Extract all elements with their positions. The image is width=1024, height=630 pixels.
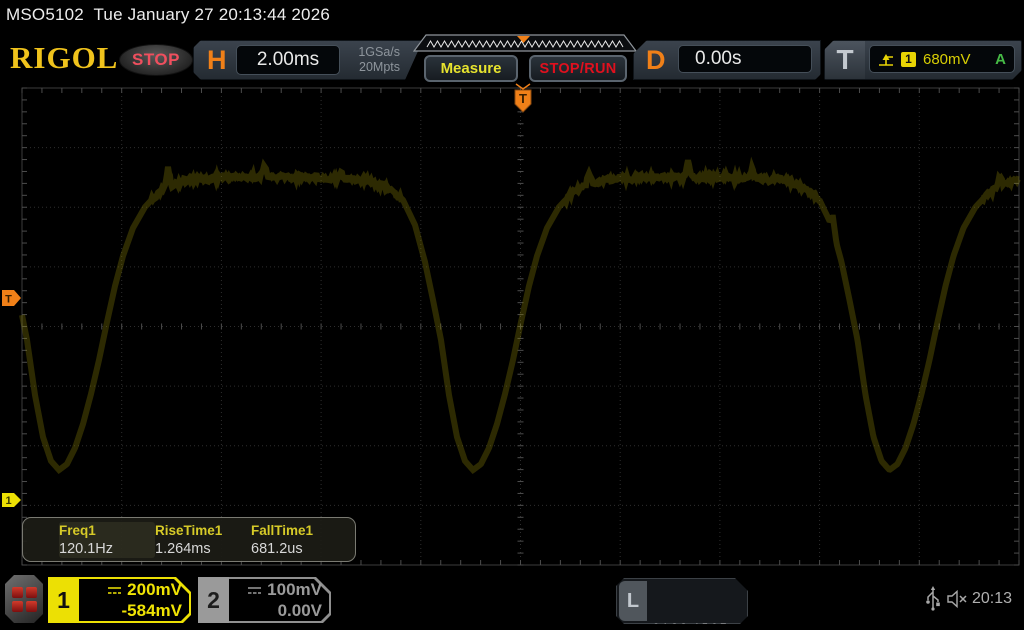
run-state-badge: STOP xyxy=(119,44,193,76)
trigger-label: T xyxy=(836,44,853,76)
logic-label: L xyxy=(619,581,647,621)
trigger-tab: T xyxy=(825,41,865,79)
stop-run-button[interactable]: STOP/RUN xyxy=(529,55,627,82)
measurement-falltime[interactable]: FallTime1 681.2us xyxy=(251,522,347,558)
channel-1-scale: 200mV xyxy=(127,579,182,600)
dc-coupling-icon xyxy=(247,585,262,595)
channel-1-offset: -584mV xyxy=(107,600,182,621)
measurement-value: 120.1Hz xyxy=(59,540,155,558)
timebase-value[interactable]: 2.00ms xyxy=(236,45,340,75)
rigol-logo: RIGOL xyxy=(10,40,118,76)
svg-text:T: T xyxy=(5,294,12,306)
channel-1-number[interactable]: 1 xyxy=(48,577,79,623)
usb-icon xyxy=(925,586,941,612)
channel-2-scale: 100mV xyxy=(267,579,322,600)
delay-label: D xyxy=(646,41,666,79)
channel-2-number[interactable]: 2 xyxy=(198,577,229,623)
channel-1-zero-marker[interactable]: 1 xyxy=(2,493,21,507)
trigger-level-marker[interactable]: T xyxy=(2,290,21,306)
measurement-risetime[interactable]: RiseTime1 1.264ms xyxy=(155,522,251,558)
svg-text:T: T xyxy=(519,91,527,106)
measurement-name: Freq1 xyxy=(59,522,155,540)
trigger-position-marker[interactable]: T xyxy=(515,90,531,112)
measurement-name: FallTime1 xyxy=(251,522,347,540)
titlebar: MSO5102 Tue January 27 20:13:44 2026 xyxy=(6,5,330,25)
clock: 20:13 xyxy=(972,590,1012,608)
trigger-level-value: 680mV xyxy=(923,51,971,68)
menu-grid-icon xyxy=(12,587,37,612)
trigger-slope-icon xyxy=(878,52,894,67)
trigger-source-badge: 1 xyxy=(901,52,916,67)
stop-run-button-label: STOP/RUN xyxy=(539,61,616,77)
run-state-label: STOP xyxy=(132,50,180,70)
measure-button[interactable]: Measure xyxy=(424,55,518,82)
measurement-freq[interactable]: Freq1 120.1Hz xyxy=(59,522,155,558)
trigger-settings[interactable]: 1 680mV A xyxy=(869,45,1015,73)
menu-button[interactable] xyxy=(5,575,43,623)
measurement-name: RiseTime1 xyxy=(155,522,251,540)
speaker-muted-icon xyxy=(946,589,970,609)
horizontal-label: H xyxy=(207,41,227,79)
oscilloscope-screen: T T 1 MSO5102 Tue January 27 20:13:44 2026… xyxy=(0,0,1024,630)
memory-depth: 20Mpts xyxy=(358,60,400,75)
horizontal-settings-panel[interactable]: H 2.00ms 1GSa/s 20Mpts xyxy=(193,40,423,80)
svg-text:1: 1 xyxy=(5,495,11,507)
acquisition-rates: 1GSa/s 20Mpts xyxy=(358,45,400,75)
logic-channels-badge[interactable]: L 0 1 2 3 4 5 6 7 8 9 10 11 12 13 14 15 xyxy=(616,578,748,624)
delay-value[interactable]: 0.00s xyxy=(678,45,812,73)
measure-button-label: Measure xyxy=(441,60,502,77)
trigger-mode: A xyxy=(995,51,1006,68)
sample-rate: 1GSa/s xyxy=(358,45,400,60)
measurement-value: 1.264ms xyxy=(155,540,251,558)
channel-1-badge[interactable]: 1 200mV -584mV xyxy=(48,577,191,623)
measurement-value: 681.2us xyxy=(251,540,347,558)
dc-coupling-icon xyxy=(107,585,122,595)
measurements-panel[interactable]: Freq1 120.1Hz RiseTime1 1.264ms FallTime… xyxy=(22,517,356,562)
channel-2-badge[interactable]: 2 100mV 0.00V xyxy=(198,577,331,623)
trigger-panel[interactable]: T 1 680mV A xyxy=(824,40,1022,80)
delay-panel[interactable]: D 0.00s xyxy=(633,40,821,80)
channel-2-offset: 0.00V xyxy=(247,600,322,621)
waveform-preview-bar[interactable] xyxy=(413,34,637,53)
